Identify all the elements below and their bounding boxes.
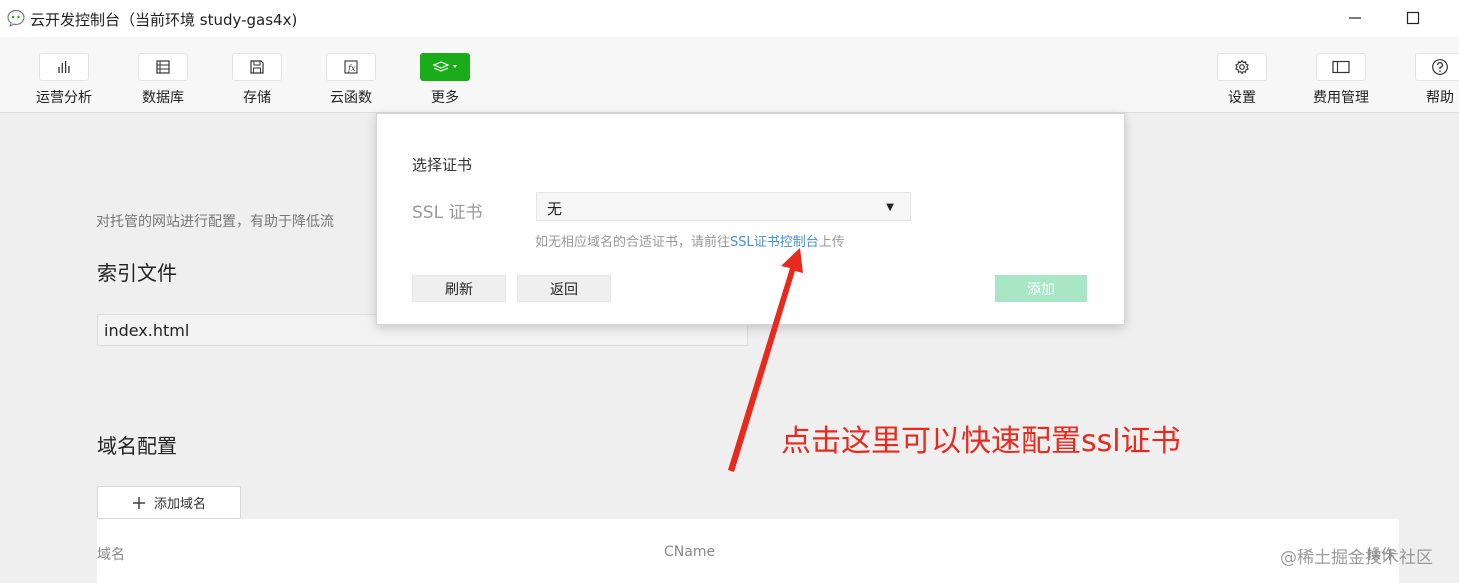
tool-label: 费用管理: [1313, 90, 1369, 106]
watermark: @稀土掘金技术社区: [1280, 548, 1433, 568]
tool-label: 云函数: [330, 90, 372, 106]
tool-storage[interactable]: 存储: [217, 53, 297, 107]
tool-database[interactable]: 数据库: [123, 53, 203, 107]
title-bar: 云开发控制台（当前环境 study-gas4x): [0, 0, 1459, 37]
add-domain-label: 添加域名: [153, 497, 206, 512]
layers-icon: [432, 61, 457, 72]
svg-text:fx: fx: [347, 64, 356, 73]
ssl-selected-value: 无: [547, 200, 563, 218]
window-title: 云开发控制台（当前环境 study-gas4x): [30, 11, 298, 29]
ssl-certificate-label: SSL 证书: [412, 203, 483, 223]
add-domain-button[interactable]: 添加域名: [97, 486, 241, 519]
page-description: 对托管的网站进行配置，有助于降低流: [96, 214, 334, 230]
function-icon: fx: [344, 60, 358, 74]
storage-icon: [250, 60, 264, 74]
add-button[interactable]: 添加: [995, 275, 1087, 302]
refresh-button[interactable]: 刷新: [412, 275, 506, 302]
tool-label: 帮助: [1426, 90, 1454, 106]
bar-chart-icon: [58, 61, 70, 73]
tool-label: 更多: [431, 90, 459, 106]
app-logo-icon: [7, 9, 25, 27]
column-header-domain: 域名: [97, 547, 125, 563]
ssl-hint: 如无相应域名的合适证书，请前往SSL证书控制台上传: [535, 231, 845, 250]
ssl-certificate-select[interactable]: 无 ▼: [536, 192, 911, 221]
domain-section-title: 域名配置: [97, 434, 177, 458]
column-header-cname: CName: [664, 544, 716, 560]
tool-more[interactable]: 更多: [405, 53, 485, 107]
tool-label: 数据库: [142, 90, 184, 106]
help-icon: [1432, 59, 1448, 75]
maximize-icon: [1406, 11, 1420, 25]
ssl-console-link[interactable]: SSL证书控制台: [730, 235, 819, 250]
tool-label: 设置: [1228, 90, 1256, 106]
dialog-title: 选择证书: [412, 156, 473, 174]
domain-table-header: 域名 CName 操作: [97, 519, 1399, 583]
tool-help[interactable]: 帮助: [1400, 53, 1459, 107]
index-section-title: 索引文件: [97, 261, 177, 285]
toolbar: 运营分析 数据库 存储 fx 云函数 更多 设置 费用管理 帮助: [0, 37, 1459, 113]
plus-icon: [132, 496, 145, 509]
hint-prefix: 如无相应域名的合适证书，请前往: [535, 235, 731, 250]
maximize-button[interactable]: [1398, 6, 1428, 30]
tool-billing[interactable]: 费用管理: [1301, 53, 1381, 107]
gear-icon: [1235, 59, 1249, 75]
tool-label: 运营分析: [36, 90, 92, 106]
tool-label: 存储: [243, 90, 271, 106]
tool-analytics[interactable]: 运营分析: [24, 53, 104, 107]
hint-suffix: 上传: [818, 235, 845, 250]
minimize-icon: [1349, 17, 1361, 19]
caret-down-icon: ▼: [886, 202, 894, 213]
annotation-text: 点击这里可以快速配置ssl证书: [781, 424, 1181, 459]
tool-cloud-function[interactable]: fx 云函数: [311, 53, 391, 107]
select-certificate-dialog: 选择证书 SSL 证书 无 ▼ 如无相应域名的合适证书，请前往SSL证书控制台上…: [376, 113, 1125, 325]
tool-settings[interactable]: 设置: [1202, 53, 1282, 107]
back-button[interactable]: 返回: [517, 275, 611, 302]
database-icon: [156, 60, 170, 74]
minimize-button[interactable]: [1340, 6, 1370, 30]
billing-icon: [1332, 60, 1350, 74]
